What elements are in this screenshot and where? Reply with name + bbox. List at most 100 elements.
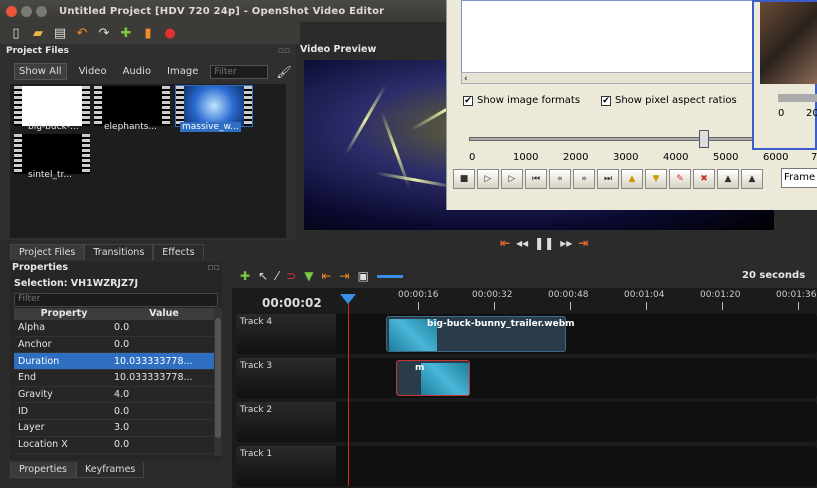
track[interactable]: Track 2 xyxy=(236,402,817,442)
forward-icon[interactable]: » xyxy=(573,169,595,189)
profile-icon[interactable]: ▮ xyxy=(140,25,156,41)
add-track-icon[interactable]: ✚ xyxy=(240,269,250,283)
table-row[interactable]: End 10.033333778... xyxy=(14,370,214,387)
table-row[interactable]: Layer 3.0 xyxy=(14,420,214,437)
next-marker-icon[interactable]: ⇥ xyxy=(340,269,350,283)
timeline-toolbar: ✚ ↖ ⁄ ⊃ ▼ ⇤ ⇥ ▣ xyxy=(234,266,817,286)
maximize-window-button[interactable] xyxy=(36,5,47,17)
tab-project-files[interactable]: Project Files xyxy=(10,244,85,260)
track-label: Track 2 xyxy=(240,405,273,415)
zoom-slider[interactable] xyxy=(376,274,403,278)
dock-controls-icon[interactable]: ▫▫ xyxy=(207,262,220,276)
scroll-left-icon[interactable]: ‹ xyxy=(462,74,468,84)
mark-clip-icon[interactable]: ✎ xyxy=(669,169,691,189)
timeline-ruler[interactable]: 00:00:16 00:00:32 00:00:48 00:01:04 00:0… xyxy=(342,288,817,314)
ruler-label: 1000 xyxy=(513,152,539,163)
rewind-icon[interactable]: « xyxy=(549,169,571,189)
jump-end-icon[interactable]: ⇥ xyxy=(578,236,588,250)
open-project-icon[interactable]: ▰ xyxy=(30,25,46,41)
show-pixel-aspect-checkbox[interactable]: ✔ xyxy=(601,95,611,106)
properties-panel: Properties ▫▫ Selection: VH1WZRJZ7J Filt… xyxy=(10,262,222,460)
show-image-formats-checkbox[interactable]: ✔ xyxy=(463,95,473,106)
dialog2-slider[interactable] xyxy=(778,94,817,102)
file-thumbnail-selected[interactable] xyxy=(175,85,253,127)
ruler-label: 7 xyxy=(811,152,817,163)
undo-icon[interactable]: ↶ xyxy=(74,25,90,41)
rewind-icon[interactable]: ◂◂ xyxy=(516,236,528,250)
dock-controls-icon[interactable]: ▫▫ xyxy=(278,46,290,56)
table-row[interactable]: Location X 0.0 xyxy=(14,437,214,454)
project-files-filter-input[interactable]: Filter xyxy=(210,64,269,79)
table-row[interactable]: Anchor 0.0 xyxy=(14,337,214,354)
razor-icon[interactable]: ⁄ xyxy=(276,269,278,283)
up-alt-icon[interactable]: ▲ xyxy=(741,169,763,189)
tab-keyframes[interactable]: Keyframes xyxy=(76,462,145,478)
column-header-property[interactable]: Property xyxy=(14,308,114,320)
dialog-horizontal-scrollbar[interactable]: ‹ xyxy=(461,72,753,84)
properties-scrollbar[interactable] xyxy=(214,308,222,456)
timeline-clip[interactable]: big-buck-bunny_trailer.webm xyxy=(386,316,575,352)
playhead[interactable] xyxy=(348,296,349,486)
filter-image[interactable]: Image xyxy=(163,64,202,79)
file-thumbnail[interactable] xyxy=(14,86,90,126)
frame-select[interactable]: Frame xyxy=(781,168,817,188)
file-thumbnail[interactable] xyxy=(94,86,170,126)
play-icon[interactable]: ▷ xyxy=(477,169,499,189)
table-row-selected[interactable]: Duration 10.033333778... xyxy=(14,353,214,371)
tab-effects[interactable]: Effects xyxy=(153,244,204,260)
table-row[interactable]: ID 0.0 xyxy=(14,403,214,421)
column-header-value[interactable]: Value xyxy=(114,308,214,320)
clear-filter-icon[interactable]: 🖌 xyxy=(276,65,291,79)
play-selection-icon[interactable]: ▷ xyxy=(501,169,523,189)
import-files-icon[interactable]: ✚ xyxy=(118,25,134,41)
up-icon[interactable]: ▲ xyxy=(717,169,739,189)
fast-forward-icon[interactable]: ▸▸ xyxy=(560,236,572,250)
second-dialog: 0 20 xyxy=(752,0,817,150)
go-start-icon[interactable]: ⏮ xyxy=(525,169,547,189)
new-project-icon[interactable]: ▯ xyxy=(8,25,24,41)
dialog-control-buttons: ■ ▷ ▷ ⏮ « » ⏭ ▲ ▼ ✎ ✖ ▲ ▲ xyxy=(453,169,763,189)
ruler-label: 4000 xyxy=(663,152,689,163)
video-preview-title: Video Preview xyxy=(300,44,377,55)
filter-video[interactable]: Video xyxy=(75,64,111,79)
timeline-clip[interactable]: m xyxy=(396,360,470,396)
ruler-mark: 00:00:32 xyxy=(472,290,513,300)
add-marker-icon[interactable]: ▼ xyxy=(304,269,313,283)
dialog-slider-track[interactable] xyxy=(469,137,759,141)
mark-in-icon[interactable]: ▲ xyxy=(621,169,643,189)
track[interactable]: Track 4 big-buck-bunny_trailer.webm xyxy=(236,314,817,354)
tab-properties[interactable]: Properties xyxy=(10,462,77,478)
ruler-label: 20 xyxy=(806,108,817,119)
properties-filter-input[interactable]: Filter xyxy=(14,293,218,307)
jump-start-icon[interactable]: ⇤ xyxy=(500,236,510,250)
ruler-label: 6000 xyxy=(763,152,789,163)
ruler-mark: 00:00:16 xyxy=(398,290,439,300)
ruler-mark: 00:01:04 xyxy=(624,290,665,300)
track[interactable]: Track 1 xyxy=(236,446,817,486)
redo-icon[interactable]: ↷ xyxy=(96,25,112,41)
file-label: elephants... xyxy=(104,122,158,132)
mark-out-icon[interactable]: ▼ xyxy=(645,169,667,189)
track[interactable]: Track 3 m xyxy=(236,358,817,398)
select-arrow-icon[interactable]: ↖ xyxy=(258,269,268,283)
pause-icon[interactable]: ❚❚ xyxy=(534,236,554,250)
track-header: Track 3 xyxy=(236,358,336,398)
file-thumbnail[interactable] xyxy=(14,134,90,174)
filter-audio[interactable]: Audio xyxy=(119,64,155,79)
go-end-icon[interactable]: ⏭ xyxy=(597,169,619,189)
save-project-icon[interactable]: ▤ xyxy=(52,25,68,41)
filter-show-all[interactable]: Show All xyxy=(14,63,67,80)
center-timeline-icon[interactable]: ▣ xyxy=(358,269,369,283)
export-video-icon[interactable]: ● xyxy=(162,25,178,41)
stop-icon[interactable]: ■ xyxy=(453,169,475,189)
table-row[interactable]: Alpha 0.0 xyxy=(14,320,214,337)
show-pixel-aspect-label: Show pixel aspect ratios xyxy=(615,95,737,106)
tab-transitions[interactable]: Transitions xyxy=(84,244,154,260)
table-row[interactable]: Gravity 4.0 xyxy=(14,387,214,404)
delete-mark-icon[interactable]: ✖ xyxy=(693,169,715,189)
previous-marker-icon[interactable]: ⇤ xyxy=(321,269,331,283)
minimize-window-button[interactable] xyxy=(21,5,32,17)
snap-icon[interactable]: ⊃ xyxy=(286,269,296,283)
dialog-slider-knob[interactable] xyxy=(699,130,709,148)
close-window-button[interactable] xyxy=(6,5,17,17)
